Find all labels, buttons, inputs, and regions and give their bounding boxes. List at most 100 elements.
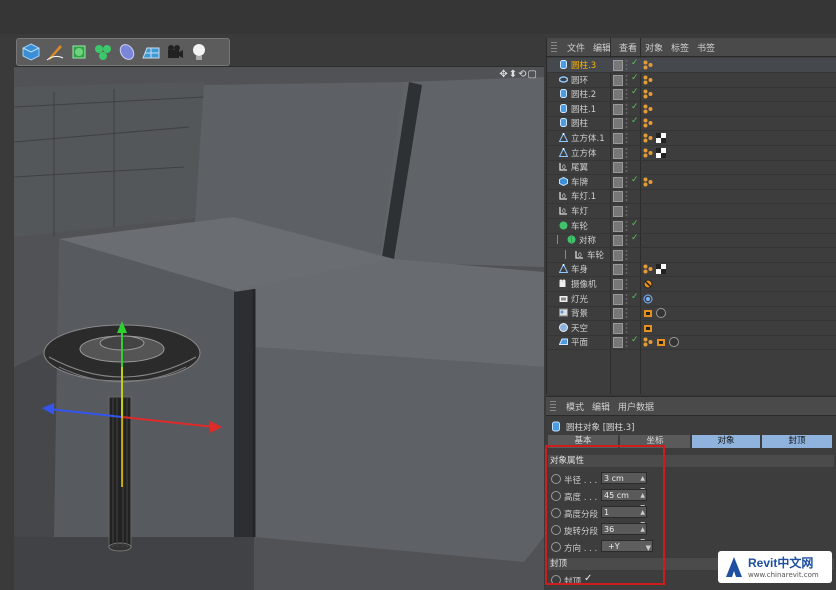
layer-visibility-icon[interactable] xyxy=(613,279,623,290)
subdivision-icon[interactable] xyxy=(69,42,89,62)
object-row[interactable]: 车牌 ✓ xyxy=(547,175,836,190)
object-row[interactable]: 摄像机 xyxy=(547,277,836,292)
object-row[interactable]: 圆柱.3 ✓ xyxy=(547,58,836,73)
no-tag-icon[interactable] xyxy=(643,279,653,289)
checker-tag-icon[interactable] xyxy=(656,133,666,143)
material-tag-icon[interactable] xyxy=(643,118,653,128)
tab-object[interactable]: 对象 xyxy=(692,435,760,448)
material-tag-icon[interactable] xyxy=(643,133,653,143)
render-dots-icon[interactable] xyxy=(625,307,628,319)
layer-visibility-icon[interactable] xyxy=(613,337,623,349)
cube-icon[interactable] xyxy=(21,42,41,62)
layer-visibility-icon[interactable] xyxy=(613,235,623,247)
render-dots-icon[interactable] xyxy=(625,336,628,348)
enabled-check-icon[interactable]: ✓ xyxy=(631,87,639,97)
material-tag-icon[interactable] xyxy=(643,60,653,70)
object-row[interactable]: 圆环 ✓ xyxy=(547,73,836,88)
menu-mode[interactable]: 模式 xyxy=(566,400,584,413)
render-dots-icon[interactable] xyxy=(625,321,628,333)
render-dots-icon[interactable] xyxy=(625,132,628,143)
sphere-material-tag-icon[interactable] xyxy=(656,308,666,319)
material-tag-icon[interactable] xyxy=(643,104,653,114)
render-dots-icon[interactable] xyxy=(625,219,628,231)
material-tag-icon[interactable] xyxy=(643,89,653,99)
layer-visibility-icon[interactable] xyxy=(613,220,623,232)
enabled-check-icon[interactable]: ✓ xyxy=(631,58,639,68)
layer-visibility-icon[interactable] xyxy=(613,322,623,334)
render-dots-icon[interactable] xyxy=(625,292,628,304)
menu-edit[interactable]: 编辑 xyxy=(592,400,610,413)
material-tag-icon[interactable] xyxy=(643,75,653,85)
checker-tag-icon[interactable] xyxy=(656,264,666,275)
floor-icon[interactable] xyxy=(141,42,161,62)
object-row[interactable]: 圆柱 ✓ xyxy=(547,116,836,132)
pen-icon[interactable] xyxy=(45,42,65,62)
enabled-check-icon[interactable]: ✓ xyxy=(631,335,639,345)
object-row[interactable]: 圆柱.1 ✓ xyxy=(547,102,836,117)
object-row[interactable]: 圆柱.2 ✓ xyxy=(547,87,836,103)
material-tag-icon[interactable] xyxy=(643,337,653,347)
layer-visibility-icon[interactable] xyxy=(613,118,623,130)
compositing-tag-icon[interactable] xyxy=(656,337,666,347)
layer-visibility-icon[interactable] xyxy=(613,103,623,115)
material-tag-icon[interactable] xyxy=(643,264,653,274)
enabled-check-icon[interactable]: ✓ xyxy=(631,102,639,112)
layer-visibility-icon[interactable] xyxy=(613,176,623,188)
viewport-nav-icons[interactable]: ✥⬍⟲▢ xyxy=(499,69,538,80)
object-row[interactable]: 车轮 ✓ xyxy=(547,219,836,234)
object-row[interactable]: 灯光 ✓ xyxy=(547,292,836,307)
render-dots-icon[interactable] xyxy=(625,248,628,260)
object-row[interactable]: 0 车灯 xyxy=(547,204,836,219)
object-row[interactable]: 平面 ✓ xyxy=(547,335,836,351)
material-tag-icon[interactable] xyxy=(643,148,653,158)
object-row[interactable]: 对称 ✓ xyxy=(547,233,836,249)
render-dots-icon[interactable] xyxy=(625,278,628,289)
object-row[interactable]: 车身 xyxy=(547,262,836,278)
layer-visibility-icon[interactable] xyxy=(613,74,623,86)
sphere-material-tag-icon[interactable] xyxy=(669,337,679,348)
render-dots-icon[interactable] xyxy=(625,205,628,216)
panel-grip-icon[interactable] xyxy=(550,401,556,411)
render-dots-icon[interactable] xyxy=(625,175,628,187)
enabled-check-icon[interactable]: ✓ xyxy=(631,233,639,243)
object-row[interactable]: 立方体 xyxy=(547,146,836,161)
layer-visibility-icon[interactable] xyxy=(613,206,623,217)
render-dots-icon[interactable] xyxy=(625,73,628,85)
light-icon[interactable] xyxy=(189,42,209,62)
enabled-check-icon[interactable]: ✓ xyxy=(631,116,639,126)
menu-view[interactable]: 查看 xyxy=(619,41,637,54)
3d-viewport[interactable]: ✥⬍⟲▢ xyxy=(14,66,544,590)
layer-visibility-icon[interactable] xyxy=(613,133,623,144)
layer-visibility-icon[interactable] xyxy=(613,147,623,159)
enabled-check-icon[interactable]: ✓ xyxy=(631,73,639,83)
render-dots-icon[interactable] xyxy=(625,190,628,202)
layer-visibility-icon[interactable] xyxy=(613,162,623,174)
menu-object[interactable]: 对象 xyxy=(645,41,663,54)
enabled-check-icon[interactable]: ✓ xyxy=(631,219,639,229)
tab-caps[interactable]: 封顶 xyxy=(762,435,832,448)
compositing-tag-icon[interactable] xyxy=(643,308,653,318)
menu-bookmark[interactable]: 书签 xyxy=(697,41,715,54)
object-row[interactable]: 天空 xyxy=(547,321,836,336)
target-tag-icon[interactable] xyxy=(643,294,653,304)
layer-visibility-icon[interactable] xyxy=(613,264,623,276)
render-dots-icon[interactable] xyxy=(625,263,628,275)
compositing-tag-icon[interactable] xyxy=(643,323,653,333)
camera-icon[interactable] xyxy=(165,42,185,62)
cloner-icon[interactable] xyxy=(93,42,113,62)
render-dots-icon[interactable] xyxy=(625,88,628,100)
panel-grip-icon[interactable] xyxy=(551,42,557,52)
object-row[interactable]: 0 尾翼 xyxy=(547,160,836,176)
object-row[interactable]: 0 车轮 xyxy=(547,248,836,263)
object-row[interactable]: 立方体.1 xyxy=(547,131,836,146)
layer-visibility-icon[interactable] xyxy=(613,89,623,101)
layer-visibility-icon[interactable] xyxy=(613,308,623,320)
layer-visibility-icon[interactable] xyxy=(613,191,623,203)
render-dots-icon[interactable] xyxy=(625,161,628,173)
layer-visibility-icon[interactable] xyxy=(613,293,623,305)
render-dots-icon[interactable] xyxy=(625,146,628,158)
material-tag-icon[interactable] xyxy=(643,177,653,187)
object-row[interactable]: 0 车灯.1 xyxy=(547,189,836,205)
layer-visibility-icon[interactable] xyxy=(613,249,623,261)
object-row[interactable]: 背景 xyxy=(547,306,836,322)
